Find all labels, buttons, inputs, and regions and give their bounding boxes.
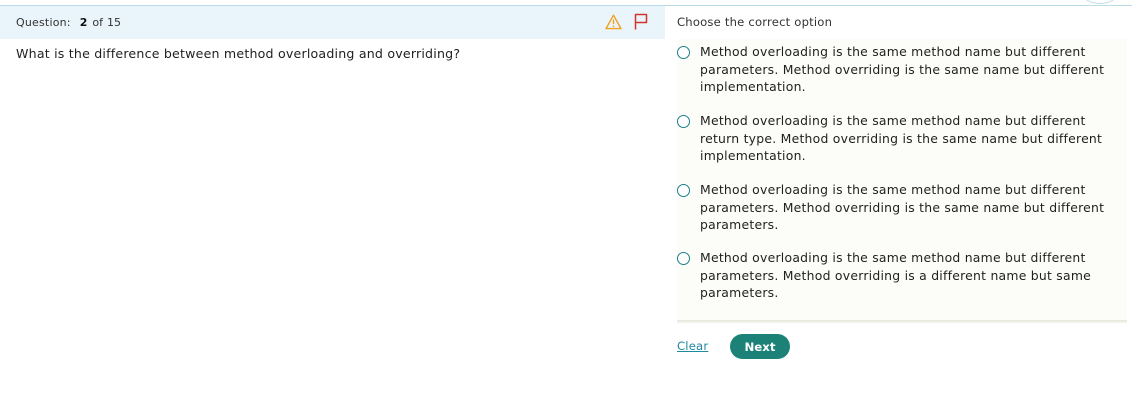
option-3[interactable]: Method overloading is the same method na… xyxy=(677,181,1127,234)
option-1[interactable]: Method overloading is the same method na… xyxy=(677,43,1127,96)
question-pane: Question: 2 of 15 What is the difference… xyxy=(0,6,665,409)
options-divider xyxy=(677,320,1127,323)
option-2[interactable]: Method overloading is the same method na… xyxy=(677,112,1127,165)
question-current-number: 2 xyxy=(79,16,88,29)
answer-pane: Choose the correct option Method overloa… xyxy=(677,6,1132,409)
question-total-count: 15 xyxy=(106,16,121,29)
next-button[interactable]: Next xyxy=(730,334,790,359)
option-1-label[interactable]: Method overloading is the same method na… xyxy=(700,43,1127,96)
flag-icon[interactable] xyxy=(634,13,648,30)
option-4-radio[interactable] xyxy=(677,252,690,265)
option-1-radio[interactable] xyxy=(677,46,690,59)
question-label: Question: xyxy=(16,16,71,29)
answer-instruction: Choose the correct option xyxy=(677,15,833,29)
option-3-label[interactable]: Method overloading is the same method na… xyxy=(700,181,1127,234)
option-3-radio[interactable] xyxy=(677,184,690,197)
option-4-label[interactable]: Method overloading is the same method na… xyxy=(700,249,1127,302)
question-of-label: of xyxy=(92,16,103,29)
question-text: What is the difference between method ov… xyxy=(16,46,461,61)
corner-decoration xyxy=(1082,0,1118,4)
option-2-label[interactable]: Method overloading is the same method na… xyxy=(700,112,1127,165)
warning-icon[interactable] xyxy=(605,14,622,30)
question-header: Question: 2 of 15 xyxy=(0,6,665,39)
option-2-radio[interactable] xyxy=(677,115,690,128)
options-list: Method overloading is the same method na… xyxy=(677,39,1127,321)
clear-link[interactable]: Clear xyxy=(677,339,708,353)
option-4[interactable]: Method overloading is the same method na… xyxy=(677,249,1127,302)
